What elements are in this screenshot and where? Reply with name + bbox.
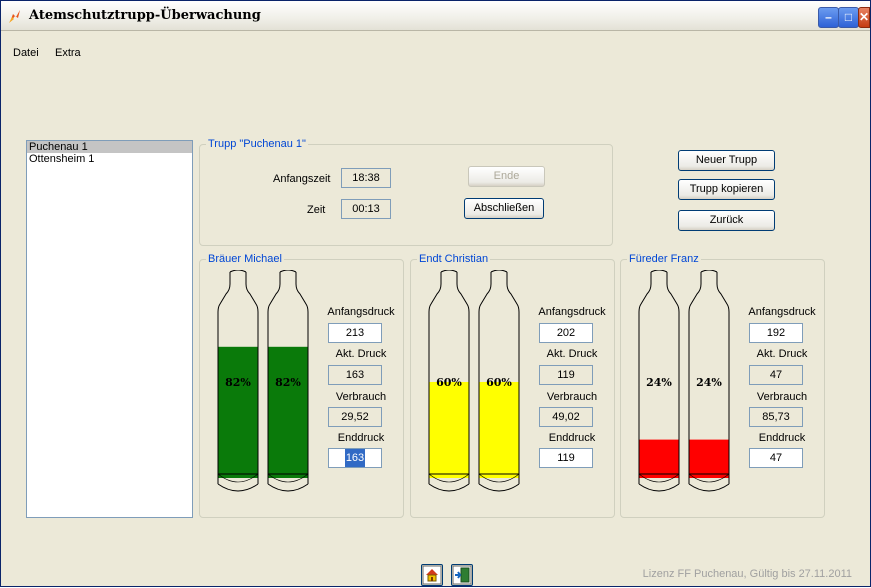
end-button[interactable]: Ende <box>468 166 545 187</box>
start-time-label: Anfangszeit <box>273 173 331 185</box>
fill-percent-label: 60% <box>486 376 512 389</box>
consumption-label: Verbrauch <box>756 391 808 403</box>
current-pressure-label: Akt. Druck <box>756 348 808 360</box>
time-value: 00:13 <box>341 199 391 219</box>
menu-extra[interactable]: Extra <box>55 47 81 59</box>
start-pressure-field[interactable]: 202 <box>539 323 593 343</box>
member-panel-2: Endt Christian 60% 60% Anfangsdruck 202 Akt… <box>410 252 615 518</box>
list-item[interactable]: Puchenau 1 <box>27 141 192 153</box>
close-button[interactable]: ✕ <box>858 7 870 28</box>
trupp-group: Trupp "Puchenau 1" Anfangszeit 18:38 Zei… <box>199 137 613 246</box>
app-window: Atemschutztrupp-Überwachung – □ ✕ Datei … <box>0 0 871 587</box>
home-button[interactable] <box>421 564 443 586</box>
current-pressure-label: Akt. Druck <box>335 348 387 360</box>
end-pressure-field[interactable]: 47 <box>749 448 803 468</box>
title-bar[interactable]: Atemschutztrupp-Überwachung – □ ✕ <box>1 1 870 31</box>
home-icon <box>422 565 442 585</box>
app-icon <box>9 10 20 23</box>
fill-percent-label: 82% <box>225 376 251 389</box>
current-pressure-value: 163 <box>328 365 382 385</box>
end-pressure-label: Enddruck <box>758 432 806 444</box>
end-pressure-label: Enddruck <box>548 432 596 444</box>
member-name: Füreder Franz <box>627 252 701 266</box>
consumption-label: Verbrauch <box>335 391 387 403</box>
start-pressure-label: Anfangsdruck <box>538 306 606 318</box>
back-button[interactable]: Zurück <box>678 210 775 231</box>
finish-button[interactable]: Abschließen <box>464 198 544 219</box>
exit-button[interactable] <box>451 564 473 586</box>
current-pressure-value: 119 <box>539 365 593 385</box>
start-pressure-field[interactable]: 213 <box>328 323 382 343</box>
start-time-value: 18:38 <box>341 168 391 188</box>
cylinder-fill <box>689 439 729 478</box>
fill-percent-label: 60% <box>436 376 462 389</box>
selected-text: 163 <box>344 449 366 467</box>
cylinder-fill <box>429 382 469 478</box>
maximize-button[interactable]: □ <box>838 7 859 28</box>
exit-door-icon <box>452 565 472 585</box>
new-trupp-button[interactable]: Neuer Trupp <box>678 150 775 171</box>
copy-trupp-button[interactable]: Trupp kopieren <box>678 179 775 200</box>
fill-percent-label: 82% <box>275 376 301 389</box>
end-pressure-field[interactable]: 119 <box>539 448 593 468</box>
current-pressure-label: Akt. Druck <box>546 348 598 360</box>
time-label: Zeit <box>307 204 326 216</box>
cylinder-fill <box>639 439 679 478</box>
member-name: Bräuer Michael <box>206 252 284 266</box>
trupp-group-title: Trupp "Puchenau 1" <box>206 137 308 151</box>
trupp-list[interactable]: Puchenau 1 Ottensheim 1 <box>26 140 193 518</box>
cylinder-fill <box>268 346 308 478</box>
member-name: Endt Christian <box>417 252 491 266</box>
list-item[interactable]: Ottensheim 1 <box>27 153 192 165</box>
window-title: Atemschutztrupp-Überwachung <box>29 8 261 23</box>
start-pressure-label: Anfangsdruck <box>748 306 816 318</box>
member-panel-3: Füreder Franz 24% 24% Anfangsdruck 192 Akt.… <box>620 252 825 518</box>
current-pressure-value: 47 <box>749 365 803 385</box>
consumption-value: 49,02 <box>539 407 593 427</box>
cylinder-fill <box>218 346 258 478</box>
license-text: Lizenz FF Puchenau, Gültig bis 27.11.201… <box>642 568 852 580</box>
member-panel-1: Bräuer Michael 82% 82% Anfangsdruck 213 Akt… <box>199 252 404 518</box>
end-pressure-label: Enddruck <box>337 432 385 444</box>
menu-datei[interactable]: Datei <box>13 47 39 59</box>
consumption-label: Verbrauch <box>546 391 598 403</box>
fill-percent-label: 24% <box>696 376 722 389</box>
start-pressure-field[interactable]: 192 <box>749 323 803 343</box>
consumption-value: 85,73 <box>749 407 803 427</box>
menu-bar: Datei Extra <box>1 31 870 59</box>
cylinder-fill <box>479 382 519 478</box>
consumption-value: 29,52 <box>328 407 382 427</box>
end-pressure-field[interactable]: 163 <box>328 448 382 468</box>
minimize-button[interactable]: – <box>818 7 839 28</box>
fill-percent-label: 24% <box>646 376 672 389</box>
start-pressure-label: Anfangsdruck <box>327 306 395 318</box>
